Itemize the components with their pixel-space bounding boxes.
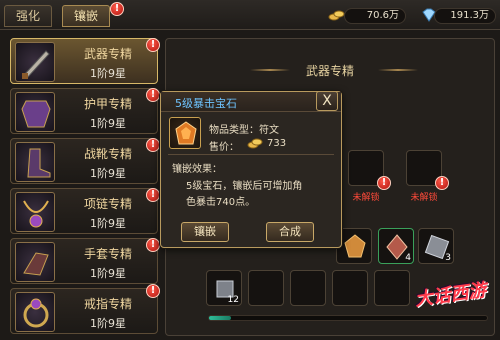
alert-badge: ! (435, 176, 449, 190)
boots-icon (15, 142, 55, 182)
tab-alert-badge: ! (110, 2, 124, 16)
title-ornament (378, 69, 418, 71)
item-count: 12 (227, 295, 239, 305)
alert-badge: ! (146, 188, 160, 202)
inventory-slot[interactable] (374, 270, 410, 306)
sidebar-item-label: 项链专精 (83, 197, 132, 211)
alert-badge: ! (377, 176, 391, 190)
sword-icon (15, 42, 55, 82)
sidebar-item-label: 武器专精 (83, 47, 132, 61)
inventory-slot[interactable] (332, 270, 368, 306)
sidebar-item-level: 1阶9星 (90, 167, 126, 180)
ring-icon (15, 292, 55, 332)
gem-item-icon (344, 234, 366, 258)
locked-label: 未解锁 (410, 193, 438, 203)
sidebar-item-boots[interactable]: 战靴专精 1阶9星 (10, 138, 158, 184)
title-ornament (250, 69, 290, 71)
sidebar-item-ring[interactable]: 戒指专精 1阶9星 (10, 288, 158, 334)
sidebar-item-label: 手套专精 (83, 247, 132, 261)
alert-badge: ! (146, 238, 160, 252)
item-type: 物品类型：符文 (209, 125, 279, 136)
panel-title: 武器专精 (305, 64, 354, 78)
effect-text-line2: 色暴击740点。 (186, 197, 256, 208)
sidebar-item-necklace[interactable]: 项链专精 1阶9星 (10, 188, 158, 234)
sidebar-item-label: 戒指专精 (83, 297, 132, 311)
sidebar-item-level: 1阶9星 (90, 217, 126, 230)
combine-button[interactable]: 合成 (266, 222, 314, 242)
gloves-icon (15, 242, 55, 282)
sidebar-item-label: 护甲专精 (83, 97, 132, 111)
popup-title: 5级暴击宝石 (175, 97, 237, 110)
sidebar-item-level: 1阶9星 (90, 267, 126, 280)
effect-text-line1: 5级宝石，镶嵌后可增加角 (186, 181, 303, 192)
alert-badge: ! (146, 284, 160, 298)
divider (168, 154, 334, 155)
sidebar-item-level: 1阶9星 (90, 67, 126, 80)
price-label: 售价： (209, 142, 239, 153)
inventory-item[interactable]: 4 (378, 228, 414, 264)
tab-inlay[interactable]: 镶嵌 (62, 5, 110, 27)
armor-icon (15, 92, 55, 132)
sidebar-item-gloves[interactable]: 手套专精 1阶9星 (10, 238, 158, 284)
sidebar-item-armor[interactable]: 护甲专精 1阶9星 (10, 88, 158, 134)
inventory-item[interactable]: 3 (418, 228, 454, 264)
sidebar-item-level: 1阶9星 (90, 117, 126, 130)
sidebar-item-level: 1阶9星 (90, 317, 126, 330)
alert-badge: ! (146, 38, 160, 52)
gold-icon (247, 138, 263, 149)
inventory-slot[interactable] (290, 270, 326, 306)
alert-badge: ! (146, 138, 160, 152)
inlay-button[interactable]: 镶嵌 (181, 222, 229, 242)
sidebar-item-weapon[interactable]: 武器专精 1阶9星 (10, 38, 158, 84)
tab-enhance[interactable]: 强化 (4, 5, 52, 27)
inventory-slot[interactable] (248, 270, 284, 306)
gold-amount: 70.6万 (344, 8, 406, 24)
effect-label: 镶嵌效果： (172, 164, 222, 175)
alert-badge: ! (146, 88, 160, 102)
crit-gem-icon (169, 117, 201, 149)
necklace-icon (15, 192, 55, 232)
diamond-amount: 191.3万 (434, 8, 496, 24)
sidebar-item-label: 战靴专精 (83, 147, 132, 161)
item-count: 4 (405, 253, 411, 263)
scroll-thumb[interactable] (209, 316, 232, 320)
locked-label: 未解锁 (352, 193, 380, 203)
inventory-item[interactable]: 12 (206, 270, 242, 306)
price-value: 733 (267, 138, 287, 149)
close-button[interactable]: X (316, 91, 338, 111)
item-count: 3 (445, 253, 451, 263)
